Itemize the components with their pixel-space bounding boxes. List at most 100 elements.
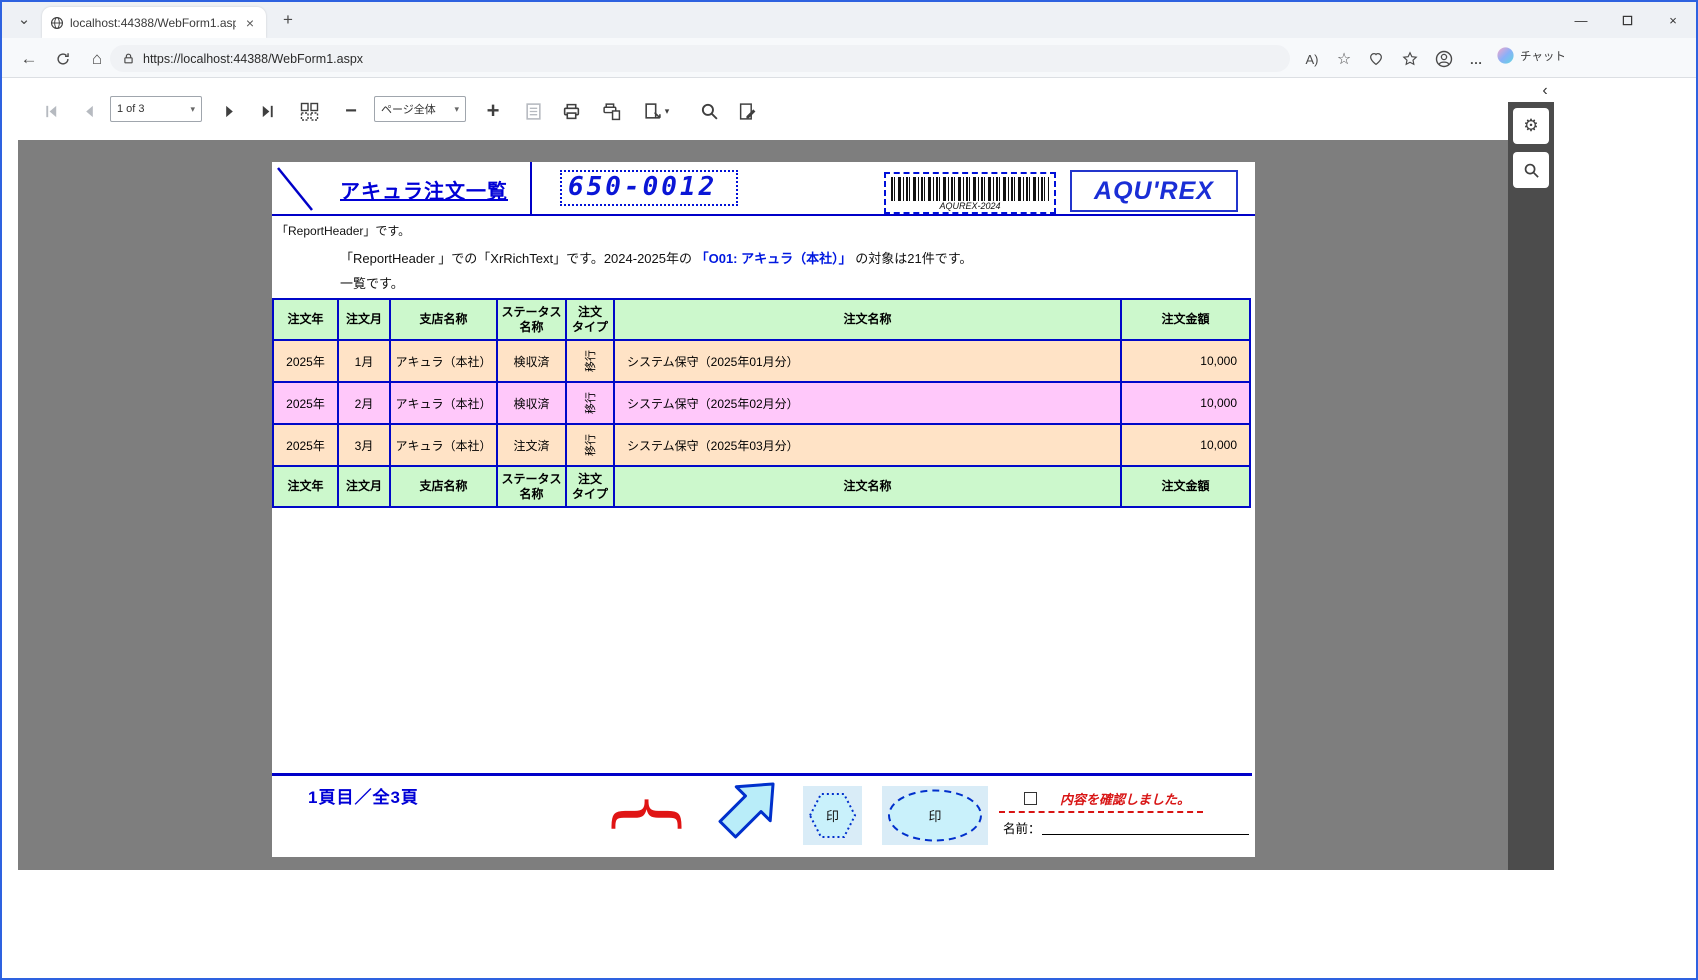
cell-order-name: システム保守（2025年03月分） [614,424,1121,466]
refresh-icon [55,51,71,67]
url-field[interactable]: https://localhost:44388/WebForm1.aspx [110,45,1290,72]
cell-branch: アキュラ（本社） [390,382,497,424]
hexagon-stamp-text: 印 [803,786,862,845]
add-favorite-icon[interactable]: ☆ [1332,47,1356,71]
search-button[interactable] [696,98,722,124]
rich-text-line1: 「ReportHeader 」での「XrRichText」です。2024-202… [340,246,1240,271]
cell-amount: 10,000 [1121,340,1250,382]
table-header-row: 注文年 注文月 支店名称 ステータス 名称 注文 タイプ 注文名称 注文金額 [273,299,1250,340]
first-page-button[interactable] [38,98,64,124]
ellipse-stamp: 印 [882,786,988,845]
favorites-icon[interactable] [1398,47,1422,71]
col-header-month: 注文月 [338,299,390,340]
tab-title: localhost:44388/WebForm1.aspx [70,16,236,30]
cell-year: 2025年 [273,424,338,466]
settings-panel-button[interactable]: ⚙ [1513,108,1549,144]
cell-status: 注文済 [497,424,566,466]
zoom-out-icon: − [345,101,357,121]
cell-order-type: 移行 [566,382,614,424]
multipage-view-button[interactable] [296,98,322,124]
report-title: アキュラ注文一覧 [318,162,530,216]
col-header-month: 注文月 [338,466,390,507]
col-header-branch: 支店名称 [390,299,497,340]
panel-collapse-chevron[interactable]: ‹ [1536,82,1554,100]
col-header-type: 注文 タイプ [566,466,614,507]
previous-page-button[interactable] [76,98,102,124]
zoom-in-button[interactable]: + [480,98,506,124]
barcode-label: AQUREX-2024 [935,201,1004,211]
report-header-band: アキュラ注文一覧 650-0012 AQUREX-2024 AQU'REX [272,162,1255,216]
maximize-icon [1622,15,1633,26]
cell-branch: アキュラ（本社） [390,424,497,466]
page-indicator-select[interactable]: 1 of 3 ▾ [110,96,202,122]
barcode: AQUREX-2024 [884,172,1056,214]
maximize-button[interactable] [1604,2,1650,38]
tab-close-icon[interactable]: × [242,15,258,31]
copilot-icon [1496,46,1515,65]
lock-icon [122,52,135,65]
cell-order-type: 移行 [566,424,614,466]
col-header-amount: 注文金額 [1121,299,1250,340]
browser-address-bar: ← ⌂ https://localhost:44388/WebForm1.asp… [2,38,1696,78]
next-page-button[interactable] [216,98,242,124]
browser-tab[interactable]: localhost:44388/WebForm1.aspx × [42,7,266,38]
cell-status: 検収済 [497,382,566,424]
table-footer-header-row: 注文年 注文月 支店名称 ステータス 名称 注文 タイプ 注文名称 注文金額 [273,466,1250,507]
cell-amount: 10,000 [1121,382,1250,424]
rich-text-highlight: 「O01: アキュラ（本社）」 [696,251,852,266]
confirm-checkbox[interactable] [1024,792,1037,805]
cell-order-name: システム保守（2025年02月分） [614,382,1121,424]
chevron-down-icon: ▾ [190,104,195,115]
col-header-year: 注文年 [273,466,338,507]
last-page-button[interactable] [254,98,280,124]
col-header-status: ステータス 名称 [497,466,566,507]
zoom-out-button[interactable]: − [338,98,364,124]
cell-month: 1月 [338,340,390,382]
hexagon-stamp: 印 [803,786,862,845]
cell-year: 2025年 [273,382,338,424]
name-signature-line [1042,834,1249,835]
browser-tab-bar: ⌄ localhost:44388/WebForm1.aspx × + — × [2,2,1696,38]
highlight-fields-button[interactable] [520,98,546,124]
minimize-button[interactable]: — [1558,2,1604,38]
viewer-toolbar: 1 of 3 ▾ − ページ全体 ▾ + [2,78,1696,140]
profile-avatar[interactable] [1432,47,1456,71]
tab-search-icon[interactable]: ⌄ [12,8,36,32]
search-icon [1523,162,1540,179]
chevron-down-icon: ▾ [665,106,670,117]
brace-shape: { [608,774,692,854]
close-window-button[interactable]: × [1650,2,1696,38]
table-row: 2025年 2月 アキュラ（本社） 検収済 移行 システム保守（2025年02月… [273,382,1250,424]
postal-code: 650-0012 [560,170,738,206]
read-aloud-icon[interactable]: A) [1300,47,1324,71]
col-header-branch: 支店名称 [390,466,497,507]
new-tab-button[interactable]: + [276,8,300,32]
header-divider [530,162,532,216]
arrow-shape [712,770,786,844]
search-panel-button[interactable] [1513,152,1549,188]
zoom-select[interactable]: ページ全体 ▾ [374,96,466,122]
print-page-button[interactable] [598,98,624,124]
home-button[interactable]: ⌂ [84,46,110,72]
edit-document-button[interactable] [734,98,760,124]
report-page: アキュラ注文一覧 650-0012 AQUREX-2024 AQU'REX 「R… [272,162,1255,857]
report-viewer: 1 of 3 ▾ − ページ全体 ▾ + [2,78,1696,978]
copilot-label: チャット [1520,48,1566,64]
back-button[interactable]: ← [16,46,42,72]
zoom-value: ページ全体 [381,101,446,117]
document-area: アキュラ注文一覧 650-0012 AQUREX-2024 AQU'REX 「R… [18,140,1508,870]
refresh-button[interactable] [50,46,76,72]
settings-more-icon[interactable]: … [1464,47,1488,71]
table-row: 2025年 1月 アキュラ（本社） 検収済 移行 システム保守（2025年01月… [273,340,1250,382]
col-header-year: 注文年 [273,299,338,340]
globe-favicon-icon [50,16,64,30]
browser-essentials-icon[interactable] [1364,47,1388,71]
barcode-bars [891,177,1049,201]
print-button[interactable] [558,98,584,124]
copilot-button[interactable]: チャット [1496,46,1566,65]
col-header-name: 注文名称 [614,466,1121,507]
export-button[interactable]: ▾ [638,98,674,124]
table-row: 2025年 3月 アキュラ（本社） 注文済 移行 システム保守（2025年03月… [273,424,1250,466]
confirm-label: 内容を確認しました。 [1060,789,1190,808]
col-header-name: 注文名称 [614,299,1121,340]
